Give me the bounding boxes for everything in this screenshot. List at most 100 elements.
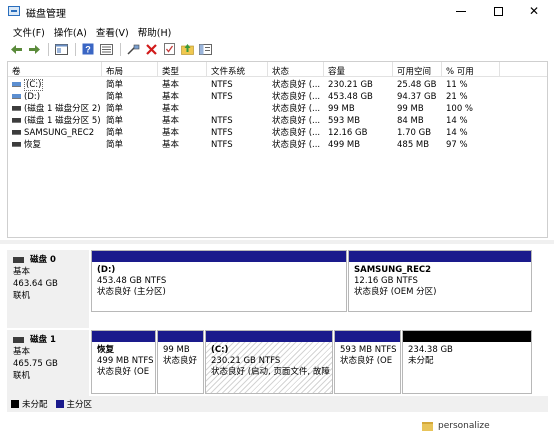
partition-size: 453.48 GB NTFS	[97, 276, 167, 286]
close-button[interactable]: ✕	[514, 0, 554, 22]
partition-size: 99 MB	[163, 345, 190, 355]
primary-partition-bar	[335, 331, 400, 342]
partition-recovery[interactable]: 恢复 499 MB NTFS 状态良好 (OE	[91, 330, 156, 394]
menu-file[interactable]: 文件(F)	[10, 23, 51, 39]
forward-arrow-icon[interactable]	[26, 42, 42, 56]
volume-pct-cell: 21 %	[446, 92, 468, 102]
toolbar-separator	[75, 42, 76, 56]
volume-layout-cell: 简单	[106, 140, 124, 150]
toolbar-separator	[120, 42, 121, 56]
partition-unallocated[interactable]: 234.38 GB 未分配	[402, 330, 532, 394]
volume-row[interactable]: (C:) 简单 基本 NTFS 状态良好 (... 230.21 GB 25.48 GB 11…	[8, 79, 547, 91]
volume-row[interactable]: (磁盘 1 磁盘分区 5) 简单 基本 NTFS 状态良好 (... 593 MB 84 M…	[8, 115, 547, 127]
disk-status: 联机	[13, 291, 31, 301]
partition-d[interactable]: (D:) 453.48 GB NTFS 状态良好 (主分区)	[91, 250, 347, 312]
volume-name: (磁盘 1 磁盘分区 5)	[24, 116, 101, 126]
window-title: 磁盘管理	[26, 9, 66, 20]
minimize-button[interactable]	[441, 0, 481, 22]
info-icon[interactable]	[197, 42, 213, 56]
volume-layout-cell: 简单	[106, 80, 124, 90]
volume-free-cell: 94.37 GB	[397, 92, 437, 102]
help-icon[interactable]: ?	[80, 42, 96, 56]
partition-name: SAMSUNG_REC2	[354, 265, 432, 275]
column-header-percent-free[interactable]: % 可用	[442, 62, 500, 77]
volume-pct-cell: 14 %	[446, 128, 468, 138]
folder-up-icon[interactable]	[179, 42, 195, 56]
volume-icon	[12, 106, 21, 111]
partition-status: 状态良好 (主分区)	[97, 287, 166, 297]
back-arrow-icon[interactable]	[8, 42, 24, 56]
primary-partition-bar	[349, 251, 531, 262]
partition-status: 状态良好 (启动, 页面文件, 故障	[211, 367, 330, 377]
partition-name: 恢复	[97, 345, 115, 355]
partition-status: 状态良好 (OE	[340, 356, 393, 366]
volume-capacity-cell: 230.21 GB	[328, 80, 373, 90]
volume-type-cell: 基本	[162, 104, 180, 114]
partition-status: 状态良好	[163, 356, 198, 366]
partition-samsung-rec2[interactable]: SAMSUNG_REC2 12.16 GB NTFS 状态良好 (OEM 分区)	[348, 250, 532, 312]
volume-fs-cell: NTFS	[211, 80, 233, 90]
maximize-icon	[493, 6, 503, 16]
volume-free-cell: 1.70 GB	[397, 128, 432, 138]
volume-row[interactable]: (磁盘 1 磁盘分区 2) 简单 基本 状态良好 (... 99 MB 99 MB 100 …	[8, 103, 547, 115]
legend-label: 主分区	[66, 400, 93, 410]
delete-icon[interactable]	[143, 42, 159, 56]
legend-swatch-unallocated	[11, 400, 19, 408]
volume-layout-cell: 简单	[106, 128, 124, 138]
primary-partition-bar	[158, 331, 203, 342]
volume-capacity-cell: 499 MB	[328, 140, 361, 150]
disk-1-label[interactable]: 磁盘 1 基本 465.75 GB 联机	[7, 330, 89, 396]
volume-capacity-cell: 453.48 GB	[328, 92, 373, 102]
column-header-status[interactable]: 状态	[268, 62, 324, 77]
maximize-button[interactable]	[478, 0, 518, 22]
column-header-capacity[interactable]: 容量	[324, 62, 393, 77]
disk-graphical-view: 磁盘 0 基本 463.64 GB 联机 (D:) 453.48 GB NTFS…	[7, 244, 548, 396]
console-icon[interactable]	[53, 42, 69, 56]
disk-icon	[13, 256, 24, 263]
volume-icon	[12, 142, 21, 147]
partition-size: 499 MB NTFS	[97, 356, 154, 366]
volume-row[interactable]: 恢复 简单 基本 NTFS 状态良好 (... 499 MB 485 MB 97 %	[8, 139, 547, 151]
legend-primary: 主分区	[55, 398, 93, 410]
menu-action[interactable]: 操作(A)	[51, 23, 93, 39]
connect-icon[interactable]	[125, 42, 141, 56]
column-header-free-space[interactable]: 可用空间	[393, 62, 442, 77]
volume-name-cell: (C:)	[8, 79, 44, 91]
partition-status: 状态良好 (OEM 分区)	[354, 287, 437, 297]
volume-status-cell: 状态良好 (...	[272, 140, 321, 150]
volume-row[interactable]: (D:) 简单 基本 NTFS 状态良好 (... 453.48 GB 94.37 GB 21…	[8, 91, 547, 103]
column-header-type[interactable]: 类型	[158, 62, 207, 77]
disk-type: 基本	[13, 347, 31, 357]
volume-fs-cell: NTFS	[211, 116, 233, 126]
volume-fs-cell: NTFS	[211, 140, 233, 150]
column-header-layout[interactable]: 布局	[102, 62, 158, 77]
volume-name-cell: SAMSUNG_REC2	[8, 127, 94, 139]
volume-name-cell: (磁盘 1 磁盘分区 2)	[8, 103, 101, 115]
column-header-volume[interactable]: 卷	[8, 62, 102, 77]
volume-type-cell: 基本	[162, 140, 180, 150]
volume-free-cell: 84 MB	[397, 116, 424, 126]
partition-name: (D:)	[97, 265, 116, 275]
menu-view[interactable]: 查看(V)	[93, 23, 135, 39]
menu-help[interactable]: 帮助(H)	[135, 23, 178, 39]
primary-partition-bar	[206, 331, 332, 342]
background-file-label[interactable]: personalize	[438, 421, 490, 431]
volume-layout-cell: 简单	[106, 92, 124, 102]
volume-type-cell: 基本	[162, 128, 180, 138]
volume-row[interactable]: SAMSUNG_REC2 简单 基本 NTFS 状态良好 (... 12.16 GB 1.7…	[8, 127, 547, 139]
toolbar-separator	[48, 42, 49, 56]
disk-name: 磁盘 0	[30, 255, 56, 265]
partition-efi[interactable]: 99 MB 状态良好	[157, 330, 204, 394]
volume-name-cell: (D:)	[8, 91, 40, 103]
disk-type: 基本	[13, 267, 31, 277]
disk-icon	[13, 336, 24, 343]
folder-icon[interactable]	[422, 422, 433, 431]
column-header-filesystem[interactable]: 文件系统	[207, 62, 268, 77]
disk-0-label[interactable]: 磁盘 0 基本 463.64 GB 联机	[7, 250, 89, 328]
list-view-icon[interactable]	[98, 42, 114, 56]
volume-status-cell: 状态良好 (...	[272, 104, 321, 114]
toolbar: ?	[0, 40, 554, 58]
partition-c[interactable]: (C:) 230.21 GB NTFS 状态良好 (启动, 页面文件, 故障	[205, 330, 333, 394]
partition-oem[interactable]: 593 MB NTFS 状态良好 (OE	[334, 330, 401, 394]
properties-icon[interactable]	[161, 42, 177, 56]
